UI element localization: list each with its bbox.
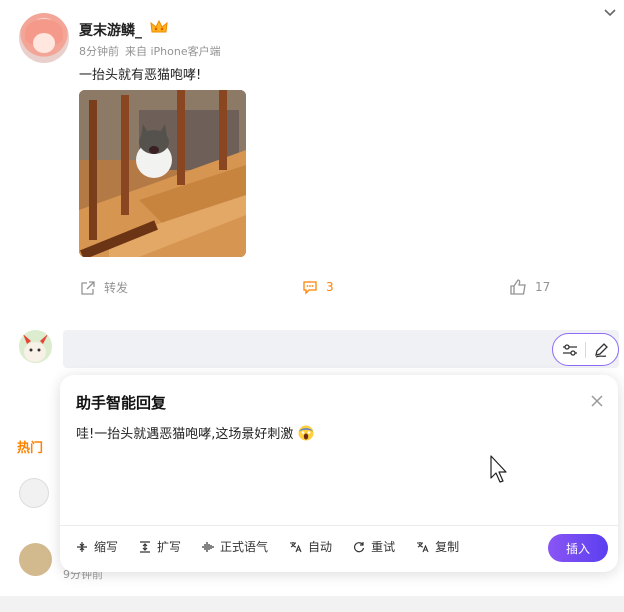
shrink-button[interactable]: 缩写 [76,538,118,555]
post-source: 来自 iPhone客户端 [125,45,221,58]
chevron-down-icon[interactable] [603,6,617,20]
copy-button[interactable]: 复制 [416,538,459,555]
repost-label: 转发 [104,281,129,295]
ai-assist-toolbar [552,333,619,366]
voice-icon [202,541,214,552]
panel-divider [60,525,618,526]
expand-button[interactable]: 扩写 [139,538,181,555]
ai-tool-row: 缩写 扩写 正式语气 自动 重试 复制 [76,538,480,555]
auto-button[interactable]: 自动 [289,538,332,555]
retry-icon [354,541,365,552]
copy-label: 复制 [435,540,460,554]
ai-reply-body: 哇!一抬头就遇恶猫咆哮,这场景好刺激 [76,427,294,442]
repost-action[interactable]: 转发 [80,279,128,296]
like-count: 17 [535,280,551,294]
ai-reply-text[interactable]: 哇!一抬头就遇恶猫咆哮,这场景好刺激 [76,423,314,442]
like-action[interactable]: 17 [510,279,550,295]
current-user-avatar [19,330,52,363]
expand-icon [140,540,151,553]
comment-action[interactable]: 3 [302,279,334,295]
copy-icon [417,541,429,552]
author-name[interactable]: 夏末游鳞_ [79,20,142,40]
weibo-post-card: 夏末游鳞_ 8分钟前 来自 iPhone客户端 一抬头就有恶猫咆哮! 转发 3 … [0,0,624,612]
close-icon[interactable] [590,394,604,408]
repost-icon [81,280,95,295]
like-icon [510,279,526,295]
crown-icon [150,19,168,33]
retry-label: 重试 [371,540,396,554]
comment-count: 3 [326,280,334,294]
post-time[interactable]: 8分钟前 [79,45,119,58]
post-image[interactable] [79,90,246,257]
scream-emoji-icon [298,425,313,441]
cursor-icon [490,455,507,483]
shrink-label: 缩写 [94,540,119,554]
pen-icon[interactable] [593,342,609,358]
post-text: 一抬头就有恶猫咆哮! [79,68,202,83]
footer-strip [0,596,624,612]
expand-label: 扩写 [157,540,182,554]
comment-input[interactable] [63,330,619,368]
formal-tone-label: 正式语气 [220,540,269,554]
comment-icon [303,281,317,295]
shrink-icon [77,541,87,552]
commenter-avatar [19,478,49,508]
commenter-avatar [19,543,52,576]
formal-tone-button[interactable]: 正式语气 [202,538,268,555]
toolbar-divider [584,341,586,358]
ai-reply-panel: 助手智能回复 哇!一抬头就遇恶猫咆哮,这场景好刺激 缩写 扩写 正式语气 自动 … [60,375,618,572]
translate-icon [290,541,302,552]
hot-comments-label: 热门 [17,441,44,456]
post-meta: 8分钟前 来自 iPhone客户端 [79,43,227,59]
retry-button[interactable]: 重试 [353,538,395,555]
insert-button[interactable]: 插入 [548,534,608,562]
auto-label: 自动 [308,540,333,554]
ai-reply-title: 助手智能回复 [76,394,167,412]
adjust-icon[interactable] [562,343,578,357]
author-avatar[interactable] [19,13,69,63]
